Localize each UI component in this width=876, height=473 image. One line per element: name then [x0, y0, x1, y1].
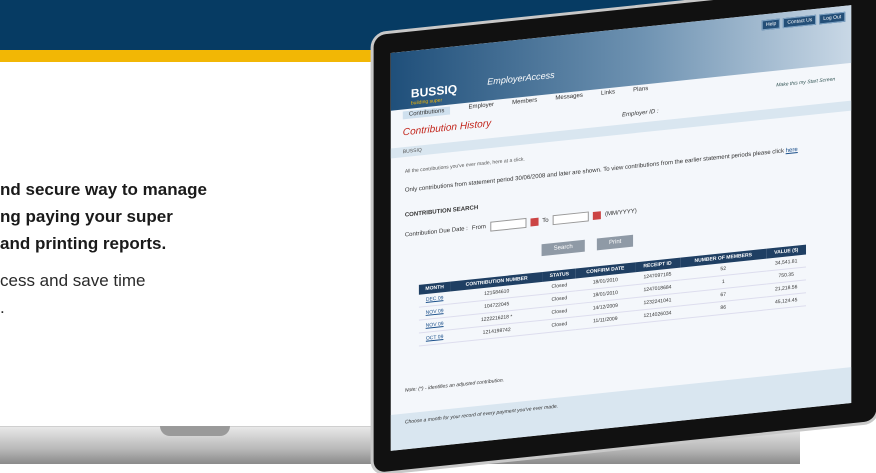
- search-button[interactable]: Search: [541, 239, 585, 257]
- intro-text: All the contributions you've ever made, …: [404, 156, 525, 175]
- calendar-icon[interactable]: [592, 211, 601, 220]
- laptop-notch: [160, 426, 230, 436]
- here-link[interactable]: here: [786, 147, 798, 154]
- notice-text: Only contributions from statement period…: [404, 146, 798, 194]
- month-link[interactable]: OCT 09: [418, 329, 451, 346]
- nav-links[interactable]: Links: [601, 89, 615, 98]
- from-date-input[interactable]: [489, 217, 527, 232]
- nav-messages[interactable]: Messages: [555, 93, 583, 104]
- copy-line-5: .: [0, 298, 5, 317]
- to-label: To: [542, 217, 549, 225]
- date-format-hint: (MM/YYYY): [604, 208, 637, 218]
- to-date-input[interactable]: [552, 211, 589, 226]
- contribution-table: MONTH CONTRIBUTION NUMBER STATUS CONFIRM…: [418, 244, 807, 347]
- nav-plans[interactable]: Plans: [633, 86, 648, 96]
- due-date-label: Contribution Due Date :: [404, 226, 468, 239]
- copy-line-1: nd secure way to manage: [0, 180, 207, 199]
- copy-line-4: cess and save time: [0, 271, 146, 290]
- action-buttons: Search Print: [541, 234, 634, 257]
- laptop-screen: BUSSIQ building super EmployerAccess Help…: [390, 5, 852, 451]
- nav-employer[interactable]: Employer: [469, 102, 494, 113]
- copy-line-2: ng paying your super: [0, 207, 173, 226]
- cell-status: Closed: [542, 316, 576, 334]
- page-title: Contribution History: [402, 118, 492, 139]
- employer-id-label: Employer ID :: [622, 108, 659, 119]
- cell-value: 45,124.45: [766, 292, 807, 310]
- search-heading: CONTRIBUTION SEARCH: [404, 205, 479, 219]
- adjusted-note: Note: (*) - identifies an adjusted contr…: [404, 377, 505, 394]
- nav-members[interactable]: Members: [512, 97, 537, 108]
- copy-line-3: and printing reports.: [0, 234, 167, 253]
- print-button[interactable]: Print: [596, 234, 634, 251]
- calendar-icon[interactable]: [530, 217, 539, 227]
- footer-text: Choose a month for your record of every …: [404, 403, 559, 426]
- help-link[interactable]: Help: [761, 18, 781, 31]
- from-label: From: [471, 224, 486, 232]
